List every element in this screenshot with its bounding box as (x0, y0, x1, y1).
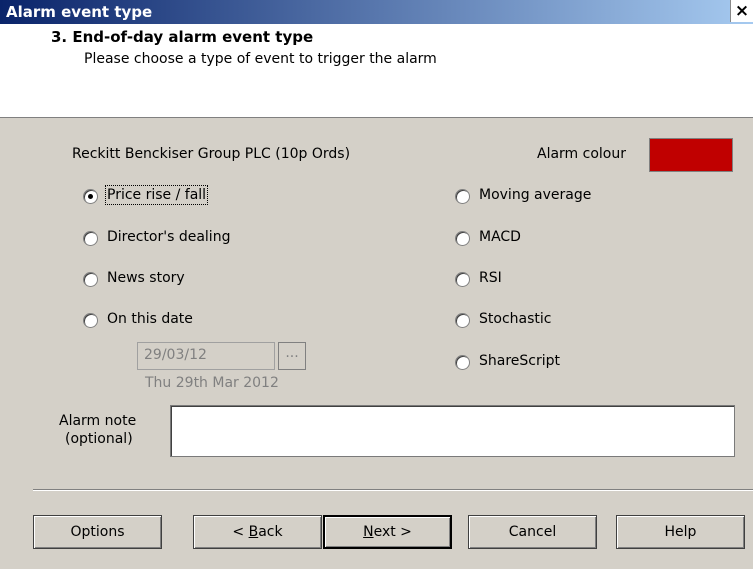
radio-label-moving-average[interactable]: Moving average (479, 187, 591, 203)
alarm-note-label: Alarm note (59, 413, 137, 429)
separator (33, 489, 753, 491)
window-title: Alarm event type (6, 3, 153, 21)
next-button-mnemonic: N (363, 524, 374, 540)
date-picker-button[interactable]: ... (278, 342, 306, 370)
security-name: Reckitt Benckiser Group PLC (10p Ords) (72, 146, 351, 162)
radio-macd[interactable] (455, 231, 470, 246)
next-button[interactable]: Next > (323, 515, 452, 549)
step-description: Please choose a type of event to trigger… (84, 51, 437, 67)
radio-on-this-date[interactable] (83, 313, 98, 328)
alarm-note-field[interactable] (170, 405, 735, 457)
radio-news-story[interactable] (83, 272, 98, 287)
date-readout: Thu 29th Mar 2012 (145, 375, 279, 391)
radio-label-sharescript[interactable]: ShareScript (479, 353, 560, 369)
date-input[interactable]: 29/03/12 (137, 342, 275, 370)
radio-label-price-rise-fall[interactable]: Price rise / fall (104, 185, 209, 205)
radio-label-news-story[interactable]: News story (107, 270, 185, 286)
radio-label-rsi[interactable]: RSI (479, 270, 502, 286)
radio-label-stochastic[interactable]: Stochastic (479, 311, 551, 327)
radio-label-directors-dealing[interactable]: Director's dealing (107, 229, 230, 245)
radio-rsi[interactable] (455, 272, 470, 287)
radio-label-on-this-date[interactable]: On this date (107, 311, 193, 327)
alarm-colour-swatch[interactable] (649, 138, 733, 172)
radio-sharescript[interactable] (455, 355, 470, 370)
alarm-note-optional-label: (optional) (65, 431, 133, 447)
step-title: 3. End-of-day alarm event type (51, 28, 314, 46)
alarm-colour-label: Alarm colour (537, 146, 626, 162)
radio-moving-average[interactable] (455, 189, 470, 204)
radio-label-macd[interactable]: MACD (479, 229, 521, 245)
options-button[interactable]: Options (33, 515, 162, 549)
radio-price-rise-fall[interactable] (83, 189, 98, 204)
close-icon[interactable]: × (730, 0, 753, 22)
back-button-prefix: < (232, 524, 249, 540)
title-bar: Alarm event type × (0, 0, 753, 24)
help-button[interactable]: Help (616, 515, 745, 549)
radio-directors-dealing[interactable] (83, 231, 98, 246)
next-button-rest: ext > (373, 524, 412, 540)
back-button[interactable]: < Back (193, 515, 322, 549)
back-button-rest: ack (258, 524, 283, 540)
radio-stochastic[interactable] (455, 313, 470, 328)
back-button-mnemonic: B (248, 524, 259, 540)
cancel-button[interactable]: Cancel (468, 515, 597, 549)
